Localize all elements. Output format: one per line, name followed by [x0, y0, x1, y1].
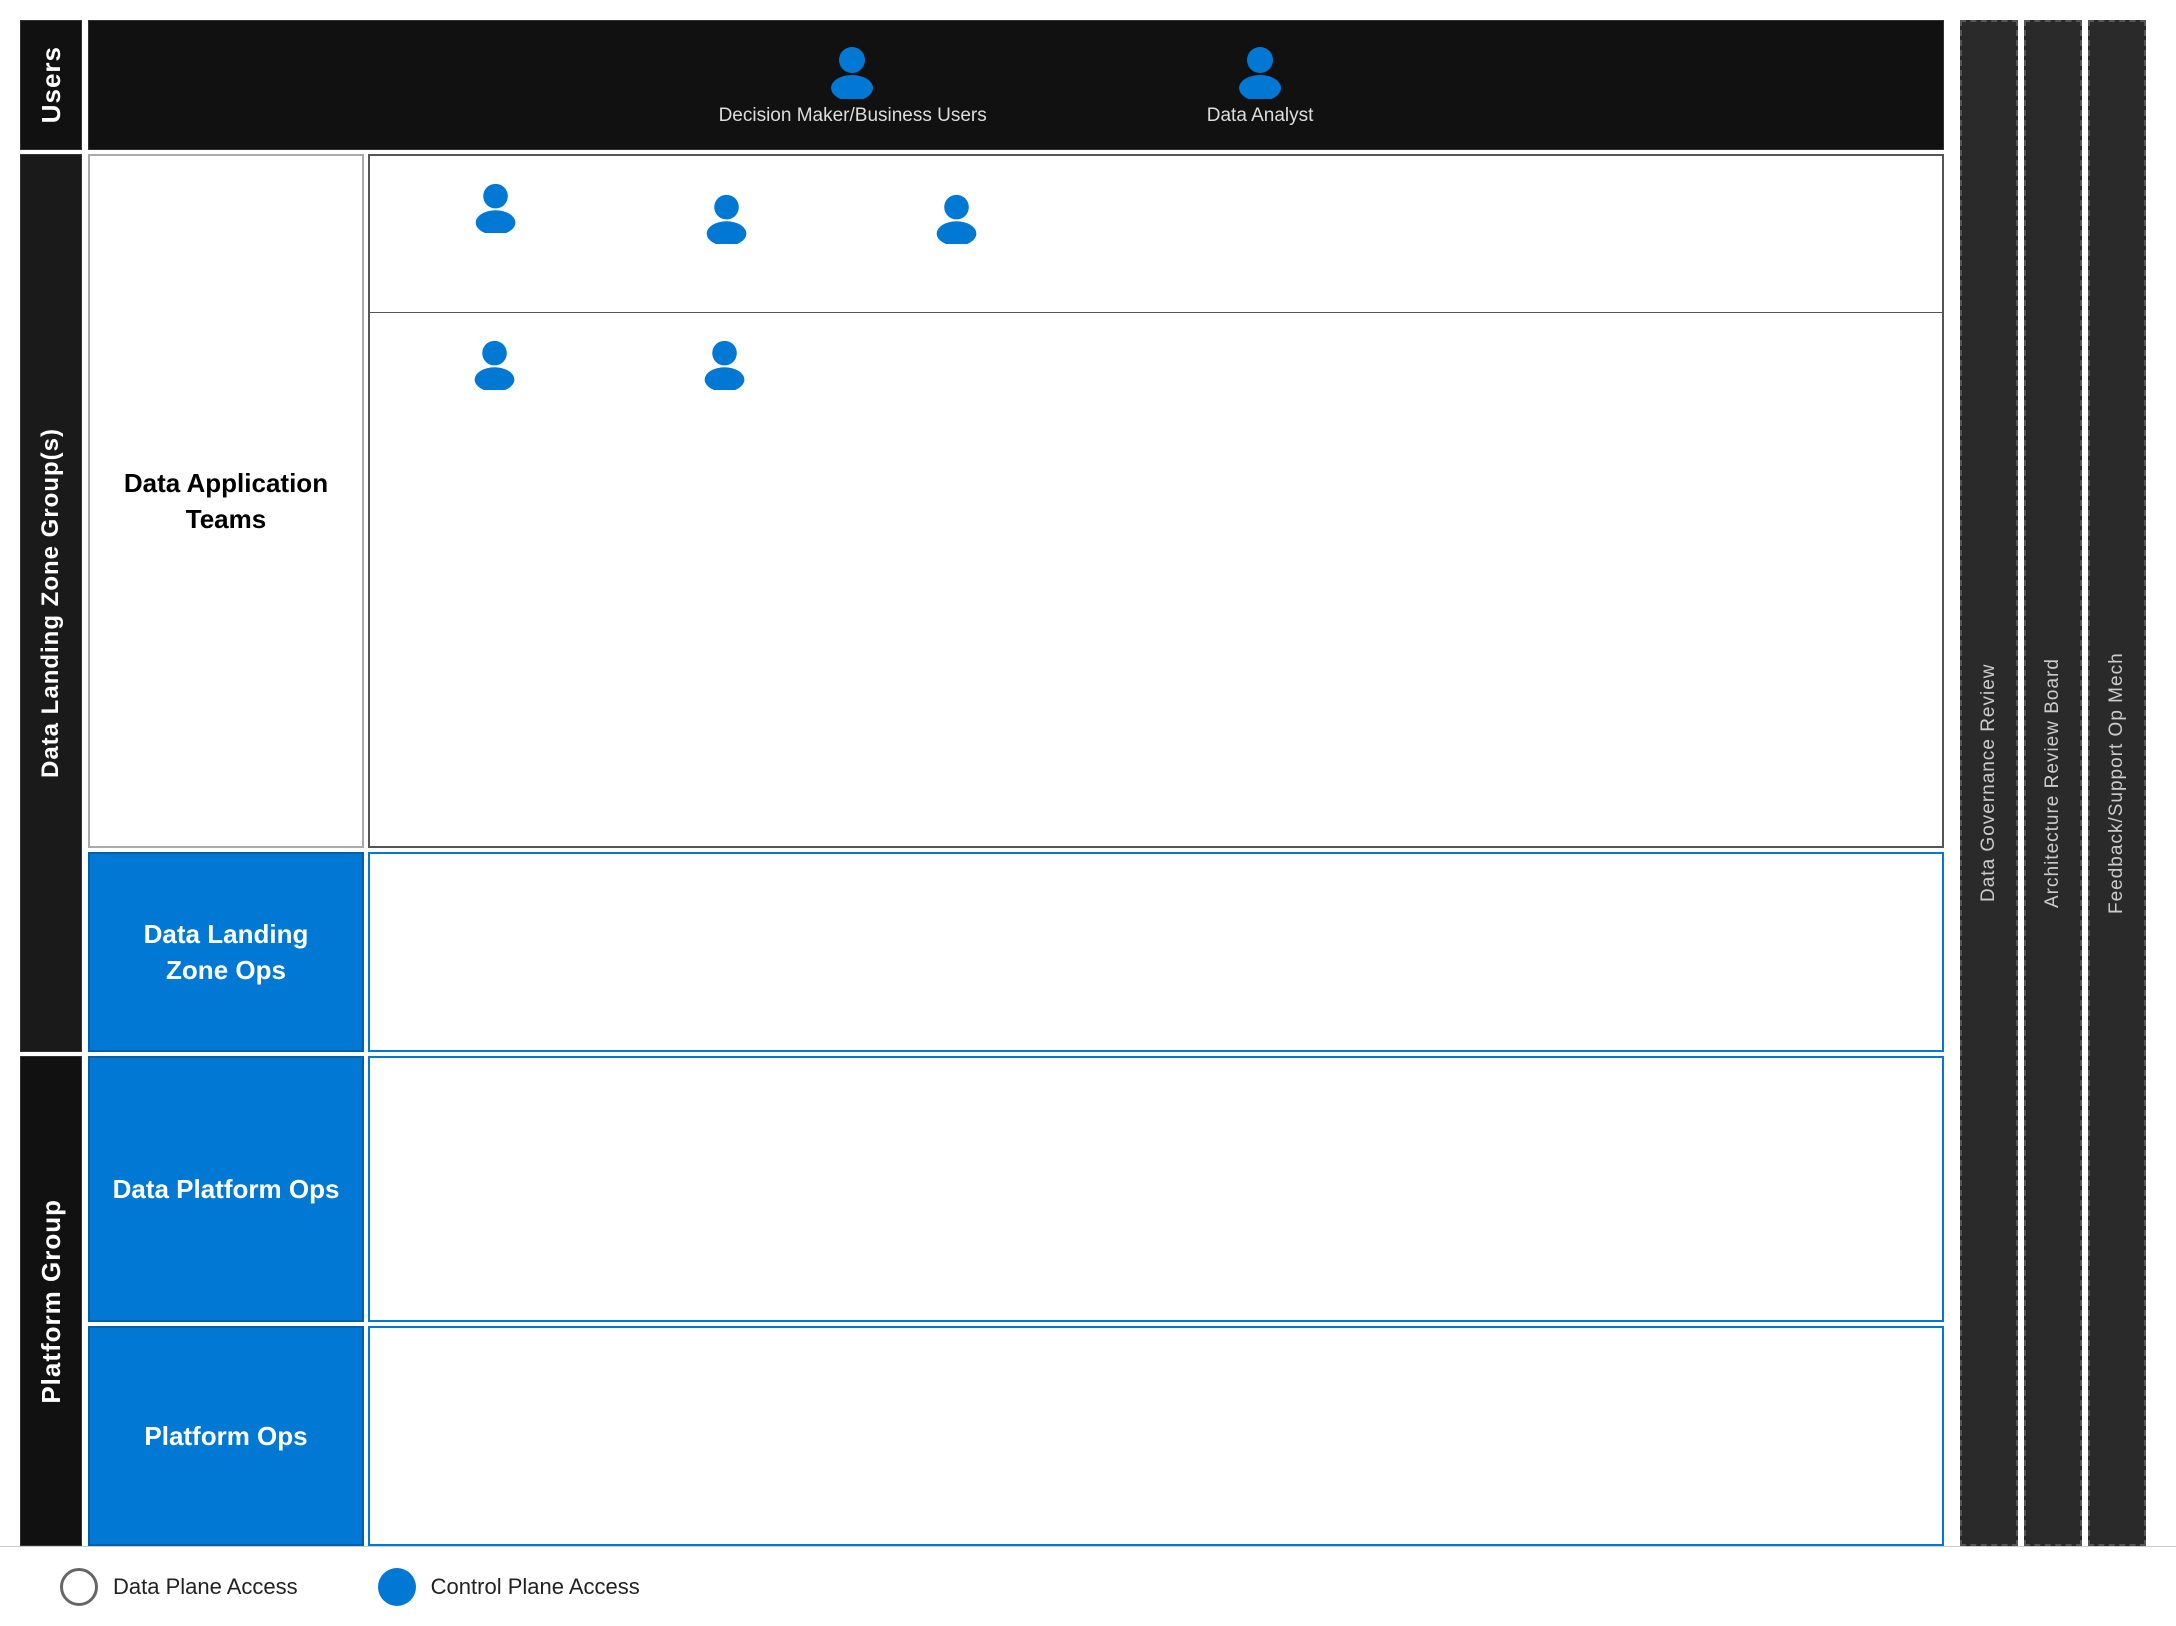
dlzo-solution-architect: Solution Architect: [420, 910, 570, 994]
dpo-cloud-engineer: Cloud Engineer: [880, 1136, 1030, 1242]
data-ops-squad-icon-dat: [699, 338, 751, 390]
dlzo-label: Data Landing Zone Ops: [88, 852, 364, 1052]
data-analyst-icon: [1233, 44, 1288, 99]
landing-zone-group-label: Data Landing Zone Group(s): [20, 154, 82, 1052]
dat-label: Data Application Teams: [88, 154, 364, 848]
dat-role-solution-architect: Solution Architect/ Product Owner: [420, 181, 572, 287]
dpo-solution-architect-icon: [469, 1147, 521, 1199]
po-label: Platform Ops: [88, 1326, 364, 1546]
decision-maker-icon: [825, 44, 880, 99]
user-decision-maker: Decision Maker/Business Users: [719, 44, 987, 127]
solution-architect-icon: [470, 181, 522, 233]
data-plane-icon: [60, 1568, 98, 1606]
legend-control-plane: Control Plane Access: [378, 1568, 640, 1606]
po-content: Solution Architect Cloud Engineer: [368, 1326, 1944, 1546]
platform-group-label: Platform Group: [20, 1056, 82, 1546]
data-scientist-icon: [701, 192, 753, 244]
po-solution-architect: Solution Architect: [420, 1394, 570, 1478]
right-label-data-governance: Data Governance Review: [1960, 20, 2018, 1546]
user-data-analyst: Data Analyst: [1207, 44, 1314, 127]
dpo-label: Data Platform Ops: [88, 1056, 364, 1322]
data-steward-icon: [469, 338, 521, 390]
right-label-feedback-support: Feedback/Support Op Mech: [2088, 20, 2146, 1546]
right-label-architecture-review: Architecture Review Board: [2024, 20, 2082, 1546]
legend: Data Plane Access Control Plane Access: [0, 1546, 2176, 1626]
dat-content: Solution Architect/ Product Owner Data S…: [368, 154, 1944, 848]
control-plane-icon: [378, 1568, 416, 1606]
po-cloud-engineer: Cloud Engineer: [670, 1383, 820, 1489]
dlzo-cloud-engineer-icon: [719, 899, 771, 951]
dat-role-data-steward: Data Steward: [420, 338, 570, 422]
dlzo-cloud-engineer: Cloud Engineer: [670, 899, 820, 1005]
dat-role-ml-engineer: ML Engineer: [882, 192, 1032, 276]
dlzo-solution-architect-icon: [469, 910, 521, 962]
dlzo-content: Solution Architect Cloud Engineer: [368, 852, 1944, 1052]
dat-role-data-scientist: Data Scientist: [652, 192, 802, 276]
dpo-data-ops-squad: Data Ops Squad: [650, 1136, 800, 1242]
po-solution-architect-icon: [469, 1394, 521, 1446]
dpo-cloud-engineer-icon: [929, 1136, 981, 1188]
users-section-label: Users: [20, 20, 82, 150]
dpo-content: Solution Architect Data Ops Squad: [368, 1056, 1944, 1322]
dpo-solution-architect: Solution Architect: [420, 1147, 570, 1231]
dat-role-data-ops-squad: Data Ops Squad: [650, 338, 800, 422]
legend-data-plane: Data Plane Access: [60, 1568, 298, 1606]
right-labels-panel: Data Governance Review Architecture Revi…: [1950, 20, 2156, 1546]
ml-engineer-icon: [931, 192, 983, 244]
users-row: Decision Maker/Business Users Data Analy…: [88, 20, 1944, 150]
po-cloud-engineer-icon: [719, 1383, 771, 1435]
dpo-data-ops-squad-icon: [699, 1136, 751, 1188]
